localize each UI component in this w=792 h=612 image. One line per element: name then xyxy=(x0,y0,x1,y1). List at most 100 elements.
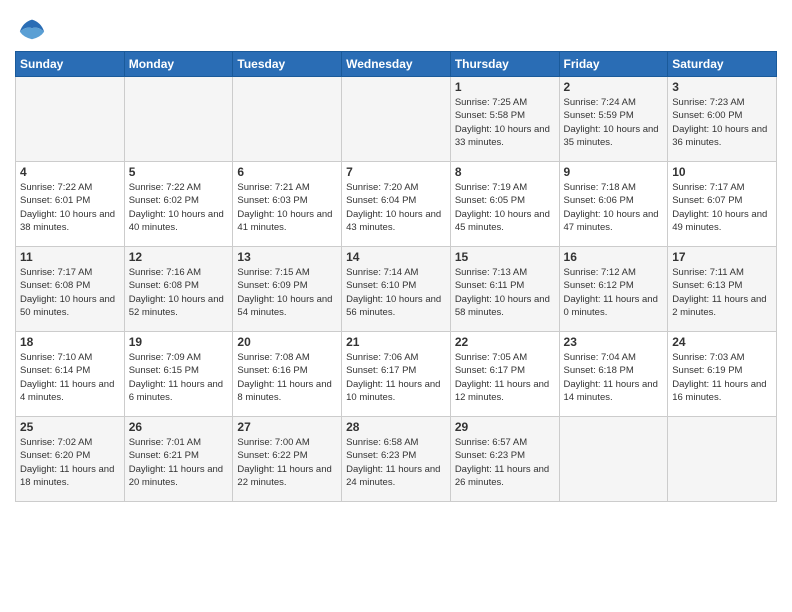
day-number: 8 xyxy=(455,165,555,179)
day-info: Sunrise: 7:12 AMSunset: 6:12 PMDaylight:… xyxy=(564,266,664,319)
day-number: 3 xyxy=(672,80,772,94)
day-info: Sunrise: 7:03 AMSunset: 6:19 PMDaylight:… xyxy=(672,351,772,404)
calendar-cell: 17Sunrise: 7:11 AMSunset: 6:13 PMDayligh… xyxy=(668,247,777,332)
day-number: 13 xyxy=(237,250,337,264)
day-info: Sunrise: 7:21 AMSunset: 6:03 PMDaylight:… xyxy=(237,181,337,234)
calendar-cell: 27 Sunrise: 7:00 AMSunset: 6:22 PMDayligh… xyxy=(233,417,342,502)
day-info: Sunrise: 7:19 AMSunset: 6:05 PMDaylight:… xyxy=(455,181,555,234)
day-info: Sunrise: 7:09 AMSunset: 6:15 PMDaylight:… xyxy=(129,351,229,404)
day-info: Sunrise: 7:00 AMSunset: 6:22 PMDaylight:… xyxy=(237,436,337,489)
calendar-cell: 6 Sunrise: 7:21 AMSunset: 6:03 PMDaylight… xyxy=(233,162,342,247)
day-number: 7 xyxy=(346,165,446,179)
calendar-cell: 25 Sunrise: 7:02 AMSunset: 6:20 PMDayligh… xyxy=(16,417,125,502)
day-number: 28 xyxy=(346,420,446,434)
calendar-cell: 8 Sunrise: 7:19 AMSunset: 6:05 PMDaylight… xyxy=(450,162,559,247)
day-number: 2 xyxy=(564,80,664,94)
header xyxy=(15,10,777,43)
calendar-cell: 21 Sunrise: 7:06 AMSunset: 6:17 PMDayligh… xyxy=(342,332,451,417)
calendar-week-row: 11 Sunrise: 7:17 AMSunset: 6:08 PMDayligh… xyxy=(16,247,777,332)
header-day: Friday xyxy=(559,52,668,77)
day-number: 6 xyxy=(237,165,337,179)
calendar-table: SundayMondayTuesdayWednesdayThursdayFrid… xyxy=(15,51,777,502)
day-info: Sunrise: 7:25 AMSunset: 5:58 PMDaylight:… xyxy=(455,96,555,149)
calendar-cell: 12 Sunrise: 7:16 AMSunset: 6:08 PMDayligh… xyxy=(124,247,233,332)
day-info: Sunrise: 7:10 AMSunset: 6:14 PMDaylight:… xyxy=(20,351,120,404)
calendar-cell xyxy=(233,77,342,162)
calendar-cell xyxy=(559,417,668,502)
day-number: 5 xyxy=(129,165,229,179)
day-number: 21 xyxy=(346,335,446,349)
day-number: 20 xyxy=(237,335,337,349)
day-number: 25 xyxy=(20,420,120,434)
calendar-week-row: 4 Sunrise: 7:22 AMSunset: 6:01 PMDaylight… xyxy=(16,162,777,247)
day-info: Sunrise: 7:17 AMSunset: 6:07 PMDaylight:… xyxy=(672,181,772,234)
header-row: SundayMondayTuesdayWednesdayThursdayFrid… xyxy=(16,52,777,77)
header-day: Saturday xyxy=(668,52,777,77)
day-number: 29 xyxy=(455,420,555,434)
calendar-cell xyxy=(124,77,233,162)
calendar-week-row: 18 Sunrise: 7:10 AMSunset: 6:14 PMDayligh… xyxy=(16,332,777,417)
day-info: Sunrise: 7:24 AMSunset: 5:59 PMDaylight:… xyxy=(564,96,664,149)
calendar-cell: 10 Sunrise: 7:17 AMSunset: 6:07 PMDayligh… xyxy=(668,162,777,247)
calendar-cell: 24 Sunrise: 7:03 AMSunset: 6:19 PMDayligh… xyxy=(668,332,777,417)
calendar-cell: 28 Sunrise: 6:58 AMSunset: 6:23 PMDayligh… xyxy=(342,417,451,502)
day-number: 23 xyxy=(564,335,664,349)
calendar-cell xyxy=(16,77,125,162)
calendar-cell xyxy=(342,77,451,162)
calendar-cell: 16 Sunrise: 7:12 AMSunset: 6:12 PMDayligh… xyxy=(559,247,668,332)
day-info: Sunrise: 7:22 AMSunset: 6:02 PMDaylight:… xyxy=(129,181,229,234)
day-number: 12 xyxy=(129,250,229,264)
header-day: Thursday xyxy=(450,52,559,77)
day-number: 16 xyxy=(564,250,664,264)
day-number: 17 xyxy=(672,250,772,264)
calendar-cell: 3 Sunrise: 7:23 AMSunset: 6:00 PMDaylight… xyxy=(668,77,777,162)
day-number: 24 xyxy=(672,335,772,349)
day-info: Sunrise: 7:18 AMSunset: 6:06 PMDaylight:… xyxy=(564,181,664,234)
day-info: Sunrise: 7:14 AMSunset: 6:10 PMDaylight:… xyxy=(346,266,446,319)
header-day: Wednesday xyxy=(342,52,451,77)
calendar-cell: 26 Sunrise: 7:01 AMSunset: 6:21 PMDayligh… xyxy=(124,417,233,502)
header-day: Tuesday xyxy=(233,52,342,77)
day-number: 14 xyxy=(346,250,446,264)
calendar-week-row: 1Sunrise: 7:25 AMSunset: 5:58 PMDaylight… xyxy=(16,77,777,162)
day-info: Sunrise: 7:08 AMSunset: 6:16 PMDaylight:… xyxy=(237,351,337,404)
calendar-cell: 11 Sunrise: 7:17 AMSunset: 6:08 PMDayligh… xyxy=(16,247,125,332)
calendar-cell: 15Sunrise: 7:13 AMSunset: 6:11 PMDayligh… xyxy=(450,247,559,332)
calendar-cell: 18 Sunrise: 7:10 AMSunset: 6:14 PMDayligh… xyxy=(16,332,125,417)
calendar-cell: 14 Sunrise: 7:14 AMSunset: 6:10 PMDayligh… xyxy=(342,247,451,332)
day-info: Sunrise: 7:23 AMSunset: 6:00 PMDaylight:… xyxy=(672,96,772,149)
day-info: Sunrise: 7:06 AMSunset: 6:17 PMDaylight:… xyxy=(346,351,446,404)
day-info: Sunrise: 7:22 AMSunset: 6:01 PMDaylight:… xyxy=(20,181,120,234)
day-number: 26 xyxy=(129,420,229,434)
day-info: Sunrise: 7:01 AMSunset: 6:21 PMDaylight:… xyxy=(129,436,229,489)
calendar-cell: 19Sunrise: 7:09 AMSunset: 6:15 PMDayligh… xyxy=(124,332,233,417)
day-info: Sunrise: 7:04 AMSunset: 6:18 PMDaylight:… xyxy=(564,351,664,404)
day-number: 18 xyxy=(20,335,120,349)
calendar-cell: 29 Sunrise: 6:57 AMSunset: 6:23 PMDayligh… xyxy=(450,417,559,502)
calendar-cell: 1Sunrise: 7:25 AMSunset: 5:58 PMDaylight… xyxy=(450,77,559,162)
day-info: Sunrise: 7:17 AMSunset: 6:08 PMDaylight:… xyxy=(20,266,120,319)
calendar-cell: 2 Sunrise: 7:24 AMSunset: 5:59 PMDaylight… xyxy=(559,77,668,162)
day-info: Sunrise: 6:58 AMSunset: 6:23 PMDaylight:… xyxy=(346,436,446,489)
day-number: 27 xyxy=(237,420,337,434)
day-number: 10 xyxy=(672,165,772,179)
day-info: Sunrise: 7:02 AMSunset: 6:20 PMDaylight:… xyxy=(20,436,120,489)
calendar-cell: 5 Sunrise: 7:22 AMSunset: 6:02 PMDaylight… xyxy=(124,162,233,247)
calendar-cell: 7Sunrise: 7:20 AMSunset: 6:04 PMDaylight… xyxy=(342,162,451,247)
day-number: 11 xyxy=(20,250,120,264)
day-number: 22 xyxy=(455,335,555,349)
day-info: Sunrise: 7:13 AMSunset: 6:11 PMDaylight:… xyxy=(455,266,555,319)
calendar-cell xyxy=(668,417,777,502)
logo-icon xyxy=(18,15,46,43)
day-number: 9 xyxy=(564,165,664,179)
calendar-cell: 23 Sunrise: 7:04 AMSunset: 6:18 PMDayligh… xyxy=(559,332,668,417)
day-info: Sunrise: 6:57 AMSunset: 6:23 PMDaylight:… xyxy=(455,436,555,489)
calendar-cell: 13Sunrise: 7:15 AMSunset: 6:09 PMDayligh… xyxy=(233,247,342,332)
calendar-week-row: 25 Sunrise: 7:02 AMSunset: 6:20 PMDayligh… xyxy=(16,417,777,502)
calendar-cell: 4 Sunrise: 7:22 AMSunset: 6:01 PMDaylight… xyxy=(16,162,125,247)
calendar-cell: 20 Sunrise: 7:08 AMSunset: 6:16 PMDayligh… xyxy=(233,332,342,417)
day-info: Sunrise: 7:16 AMSunset: 6:08 PMDaylight:… xyxy=(129,266,229,319)
day-number: 4 xyxy=(20,165,120,179)
day-info: Sunrise: 7:05 AMSunset: 6:17 PMDaylight:… xyxy=(455,351,555,404)
calendar-cell: 22 Sunrise: 7:05 AMSunset: 6:17 PMDayligh… xyxy=(450,332,559,417)
